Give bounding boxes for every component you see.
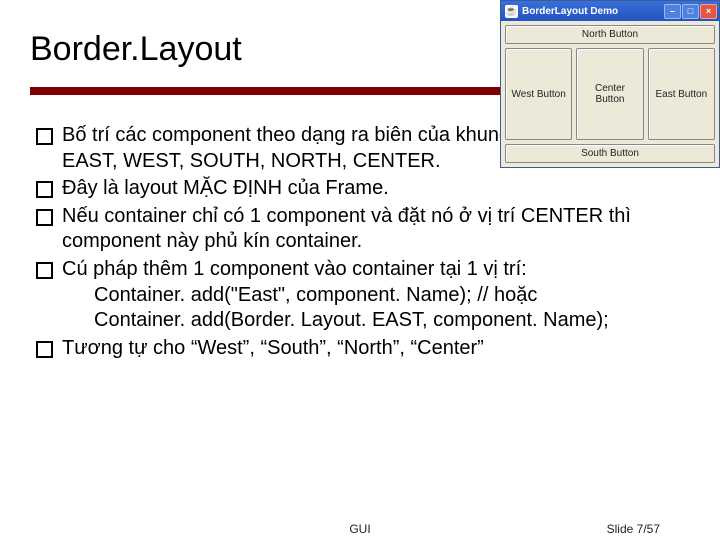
list-item: Đây là layout MẶC ĐỊNH của Frame. — [30, 176, 690, 202]
list-item: Cú pháp thêm 1 component vào container t… — [30, 257, 690, 334]
close-button[interactable]: × — [700, 4, 717, 19]
west-button[interactable]: West Button — [505, 48, 572, 140]
maximize-button[interactable]: □ — [682, 4, 699, 19]
java-demo-window: ☕ BorderLayout Demo – □ × North Button W… — [500, 0, 720, 168]
east-button[interactable]: East Button — [648, 48, 715, 140]
center-button[interactable]: Center Button — [576, 48, 643, 140]
list-item-text: Cú pháp thêm 1 component vào container t… — [62, 258, 527, 280]
north-button[interactable]: North Button — [505, 25, 715, 44]
code-line: Container. add("East", component. Name);… — [62, 283, 690, 309]
java-icon: ☕ — [505, 5, 518, 18]
list-item: Nếu container chỉ có 1 component và đặt … — [30, 204, 690, 255]
list-item: Tương tự cho “West”, “South”, “North”, “… — [30, 336, 690, 362]
window-titlebar[interactable]: ☕ BorderLayout Demo – □ × — [501, 1, 719, 21]
footer-right: Slide 7/57 — [607, 522, 660, 536]
window-title: BorderLayout Demo — [522, 6, 664, 17]
window-client-area: North Button West Button Center Button E… — [501, 21, 719, 167]
minimize-button[interactable]: – — [664, 4, 681, 19]
code-line: Container. add(Border. Layout. EAST, com… — [62, 308, 690, 334]
title-rule — [30, 87, 500, 95]
footer-center: GUI — [349, 522, 370, 536]
south-button[interactable]: South Button — [505, 144, 715, 163]
